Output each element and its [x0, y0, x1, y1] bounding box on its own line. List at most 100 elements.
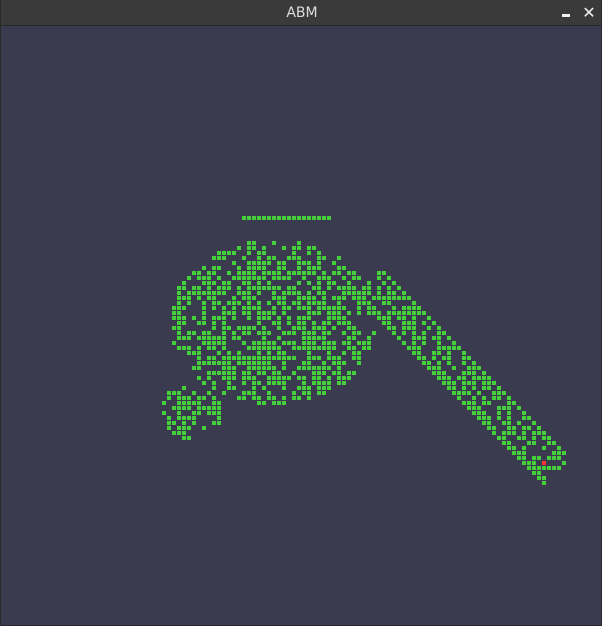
agent-cell: [302, 341, 306, 345]
agent-cell: [417, 311, 421, 315]
agent-cell: [242, 326, 246, 330]
agent-cell: [367, 306, 371, 310]
agent-cell: [522, 436, 526, 440]
agent-cell: [277, 321, 281, 325]
agent-cell: [287, 276, 291, 280]
agent-cell: [267, 216, 271, 220]
agent-cell: [552, 451, 556, 455]
agent-cell: [377, 271, 381, 275]
agent-cell: [367, 301, 371, 305]
agent-cell: [452, 346, 456, 350]
agent-cell: [262, 266, 266, 270]
agent-cell: [537, 456, 541, 460]
agent-cell: [242, 306, 246, 310]
agent-cell: [177, 346, 181, 350]
agent-cell: [282, 266, 286, 270]
agent-cell: [217, 276, 221, 280]
agent-cell: [507, 426, 511, 430]
agent-cell: [282, 361, 286, 365]
agent-cell: [332, 371, 336, 375]
agent-cell: [177, 391, 181, 395]
agent-cell: [462, 371, 466, 375]
agent-cell: [312, 321, 316, 325]
agent-cell: [277, 261, 281, 265]
agent-cell: [277, 276, 281, 280]
minimize-button[interactable]: [556, 3, 576, 23]
agent-cell: [282, 386, 286, 390]
agent-cell: [342, 376, 346, 380]
agent-cell: [407, 311, 411, 315]
agent-cell: [407, 321, 411, 325]
agent-cell: [472, 386, 476, 390]
agent-cell: [197, 366, 201, 370]
agent-cell: [502, 391, 506, 395]
agent-grid: [162, 216, 566, 485]
agent-cell: [272, 256, 276, 260]
agent-cell: [312, 366, 316, 370]
agent-cell: [407, 296, 411, 300]
agent-cell: [197, 296, 201, 300]
agent-cell: [187, 336, 191, 340]
agent-cell: [402, 306, 406, 310]
agent-cell: [297, 266, 301, 270]
agent-cell: [277, 296, 281, 300]
agent-cell: [432, 366, 436, 370]
agent-cell: [242, 276, 246, 280]
agent-cell: [337, 266, 341, 270]
agent-cell: [247, 266, 251, 270]
agent-cell: [187, 406, 191, 410]
agent-cell: [257, 346, 261, 350]
agent-cell: [277, 316, 281, 320]
agent-cell: [287, 286, 291, 290]
agent-cell: [547, 436, 551, 440]
agent-cell: [302, 366, 306, 370]
agent-cell: [182, 306, 186, 310]
agent-cell: [257, 401, 261, 405]
agent-cell: [182, 286, 186, 290]
agent-cell: [272, 271, 276, 275]
agent-cell: [172, 316, 176, 320]
agent-cell: [227, 251, 231, 255]
agent-cell: [367, 311, 371, 315]
close-button[interactable]: ✕: [579, 3, 599, 23]
agent-cell: [182, 281, 186, 285]
agent-cell: [422, 321, 426, 325]
agent-cell: [252, 391, 256, 395]
agent-cell: [252, 376, 256, 380]
agent-cell: [247, 271, 251, 275]
agent-cell: [272, 401, 276, 405]
agent-cell: [292, 271, 296, 275]
agent-cell: [307, 266, 311, 270]
agent-cell: [217, 341, 221, 345]
agent-cell: [207, 271, 211, 275]
agent-cell: [492, 431, 496, 435]
agent-cell: [282, 301, 286, 305]
agent-cell: [307, 336, 311, 340]
agent-cell: [312, 296, 316, 300]
agent-cell: [287, 306, 291, 310]
agent-cell: [242, 396, 246, 400]
agent-cell: [492, 426, 496, 430]
agent-cell: [382, 301, 386, 305]
agent-cell: [497, 416, 501, 420]
agent-cell: [212, 381, 216, 385]
agent-cell: [232, 306, 236, 310]
agent-cell: [247, 316, 251, 320]
agent-cell: [442, 346, 446, 350]
agent-cell: [297, 291, 301, 295]
agent-cell: [317, 326, 321, 330]
agent-cell: [517, 451, 521, 455]
agent-cell: [267, 286, 271, 290]
agent-cell: [202, 291, 206, 295]
agent-cell: [227, 326, 231, 330]
agent-cell: [532, 436, 536, 440]
agent-cell: [302, 306, 306, 310]
simulation-canvas[interactable]: [2, 26, 601, 625]
agent-cell: [352, 331, 356, 335]
agent-cell: [262, 341, 266, 345]
agent-cell: [417, 336, 421, 340]
agent-cell: [312, 336, 316, 340]
agent-cell: [257, 266, 261, 270]
agent-cell: [522, 431, 526, 435]
agent-cell: [267, 331, 271, 335]
